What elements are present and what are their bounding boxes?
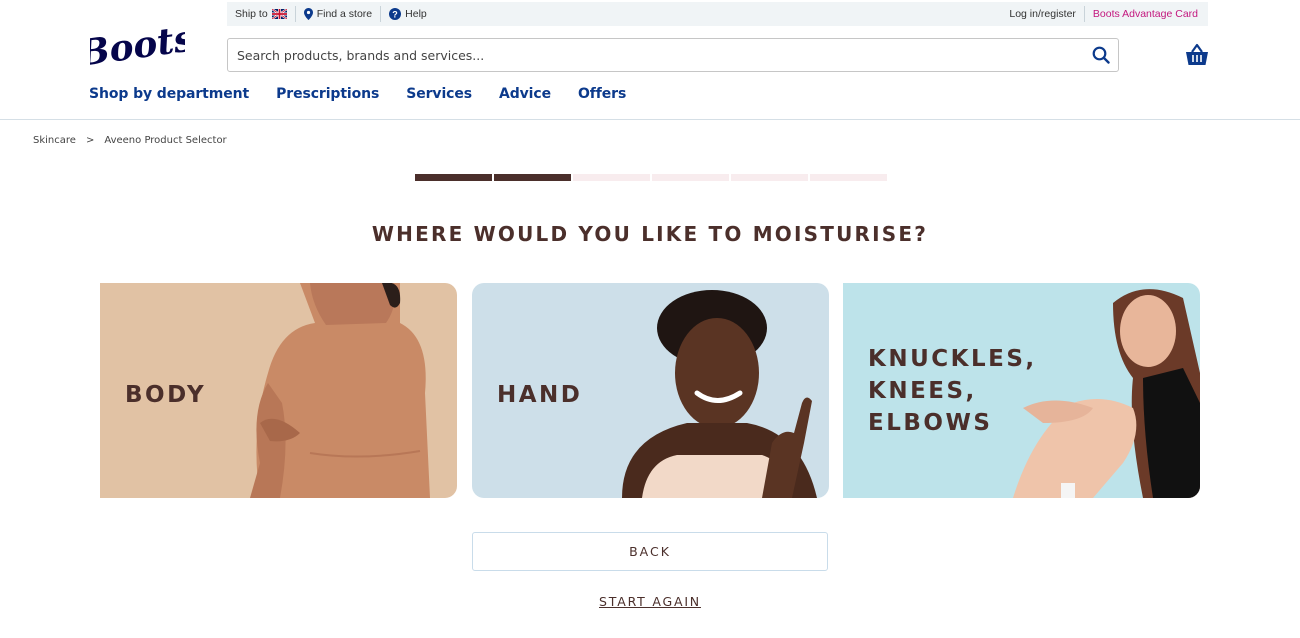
nav-advice[interactable]: Advice (499, 86, 551, 102)
quiz-progress-bar (415, 174, 887, 181)
breadcrumb-item-skincare[interactable]: Skincare (33, 135, 76, 146)
progress-segment (652, 174, 729, 181)
start-again-link[interactable]: START AGAIN (599, 594, 701, 609)
back-button[interactable]: BACK (472, 532, 828, 571)
progress-segment (731, 174, 808, 181)
option-card-hand[interactable]: HAND (472, 283, 829, 498)
question-heading: WHERE WOULD YOU LIKE TO MOISTURISE? (371, 222, 929, 246)
main-nav: Shop by department Prescriptions Service… (89, 86, 653, 102)
help-link[interactable]: ? Help (381, 6, 435, 22)
header-divider (0, 119, 1300, 120)
svg-text:?: ? (392, 10, 398, 20)
help-icon: ? (389, 8, 402, 20)
nav-prescriptions[interactable]: Prescriptions (276, 86, 379, 102)
search-icon (1092, 46, 1110, 64)
svg-text:Boots: Boots (90, 20, 185, 72)
ship-to-link[interactable]: Ship to (227, 6, 295, 22)
progress-segment (810, 174, 887, 181)
location-pin-icon (303, 8, 313, 20)
progress-segment (494, 174, 571, 181)
option-label-knuckles-knees-elbows: KNUCKLES, KNEES, ELBOWS (868, 346, 1037, 436)
nav-offers[interactable]: Offers (578, 86, 626, 102)
option-label-hand: HAND (497, 382, 583, 408)
progress-segment (573, 174, 650, 181)
basket-icon (1186, 43, 1208, 65)
boots-logo-mark: Boots (90, 20, 185, 72)
search-bar (227, 38, 1119, 72)
advantage-card-link[interactable]: Boots Advantage Card (1085, 6, 1208, 22)
breadcrumb: Skincare > Aveeno Product Selector (33, 135, 227, 146)
search-button[interactable] (1084, 39, 1118, 71)
boots-logo[interactable]: Boots (90, 20, 185, 72)
breadcrumb-item-current: Aveeno Product Selector (104, 135, 227, 146)
option-card-knuckles-knees-elbows[interactable]: KNUCKLES, KNEES, ELBOWS (843, 283, 1200, 498)
utility-bar: Ship to Find a store ? Help Log in/regis… (227, 2, 1208, 26)
find-a-store-link[interactable]: Find a store (296, 6, 380, 22)
option-label-body: BODY (125, 382, 207, 408)
search-input[interactable] (228, 39, 1084, 71)
basket-button[interactable] (1184, 42, 1210, 68)
progress-segment (415, 174, 492, 181)
nav-shop-by-department[interactable]: Shop by department (89, 86, 249, 102)
breadcrumb-separator: > (85, 135, 95, 146)
start-again-wrap: START AGAIN (0, 593, 1300, 611)
login-register-link[interactable]: Log in/register (1001, 6, 1084, 22)
option-card-body[interactable]: BODY (100, 283, 457, 498)
nav-services[interactable]: Services (406, 86, 472, 102)
uk-flag-icon (271, 9, 287, 19)
